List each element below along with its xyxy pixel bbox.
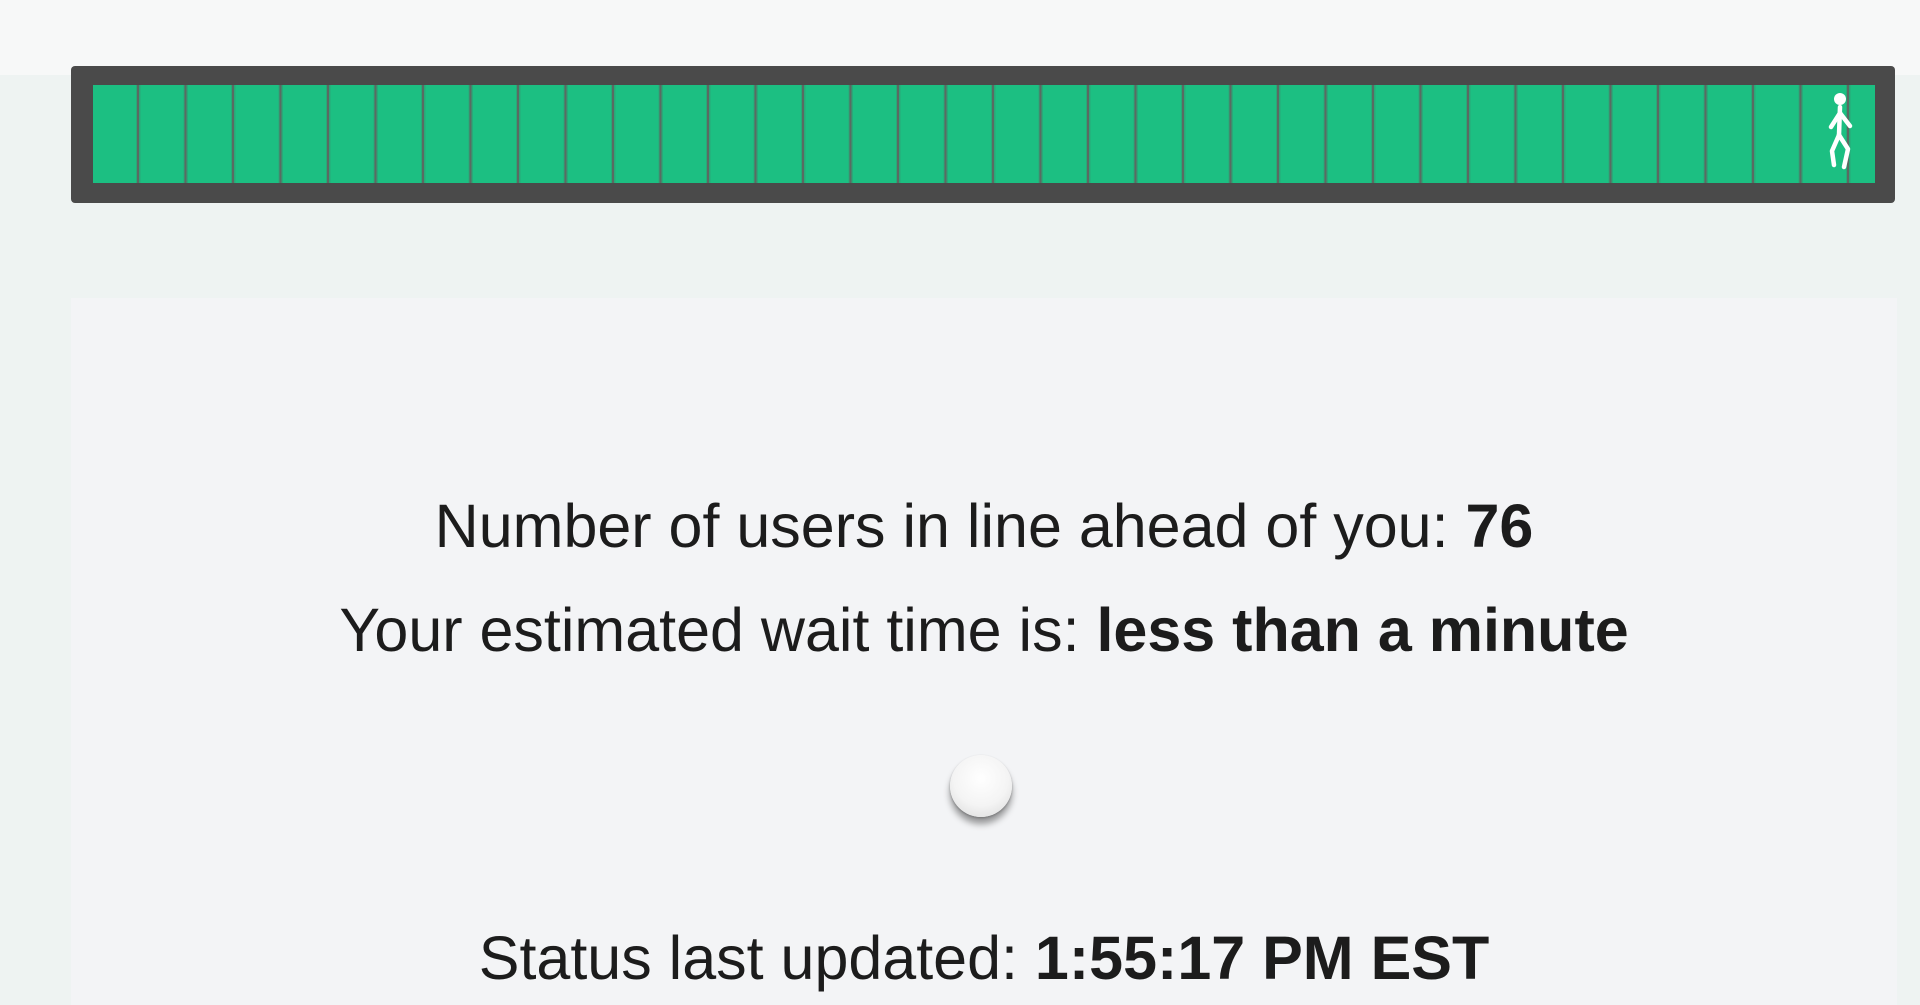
queue-position-line: Number of users in line ahead of you: 76 <box>71 491 1897 561</box>
wait-time-line: Your estimated wait time is: less than a… <box>71 595 1897 665</box>
queue-status-panel: Number of users in line ahead of you: 76… <box>71 298 1897 1005</box>
wait-time-label: Your estimated wait time is: <box>339 596 1097 664</box>
queue-progress-fill <box>93 85 1875 183</box>
loading-spinner-icon <box>950 755 1012 817</box>
queue-progress-bar <box>71 66 1895 203</box>
status-updated-line: Status last updated: 1:55:17 PM EST <box>71 923 1897 993</box>
queue-position-count: 76 <box>1465 492 1534 560</box>
walking-person-icon <box>1828 93 1853 170</box>
wait-time-value: less than a minute <box>1096 596 1629 664</box>
status-updated-label: Status last updated: <box>478 924 1035 992</box>
top-strip <box>0 0 1920 75</box>
status-updated-time: 1:55:17 PM EST <box>1034 924 1490 992</box>
queue-position-label: Number of users in line ahead of you: <box>434 492 1466 560</box>
queue-progress-track <box>93 85 1875 183</box>
